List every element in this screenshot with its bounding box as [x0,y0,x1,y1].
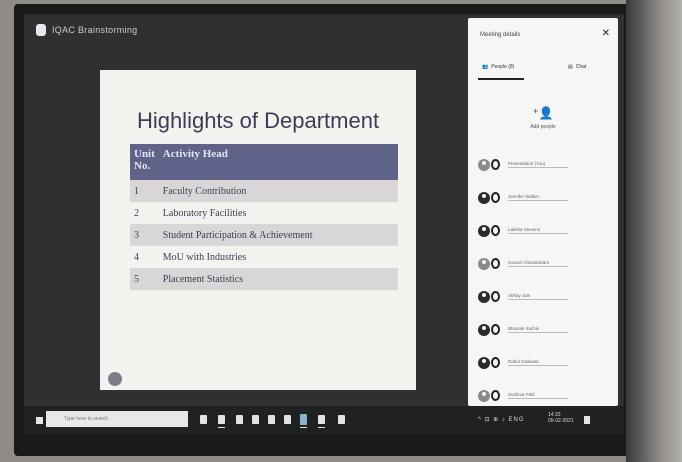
chat-icon: ▤ [568,64,573,70]
mic-status-icon [491,225,500,236]
pinned-app-icon[interactable] [338,415,345,424]
participant-avatar [478,191,490,204]
participant-item[interactable]: Gosavi Chandrakant [478,247,610,280]
file-explorer-icon[interactable] [252,415,259,424]
close-icon[interactable]: ✕ [602,28,610,39]
participant-avatar [478,389,490,402]
participant-avatar [478,323,490,336]
edge-browser-icon[interactable] [236,415,243,424]
column-header-unit-no: Unit No. [130,144,159,180]
task-view-indicator [218,427,225,428]
table-row: 2 Laboratory Facilities [130,202,398,224]
cortana-icon[interactable] [200,415,207,424]
participant-avatar [478,224,490,237]
app-icon[interactable] [318,415,325,424]
participant-item[interactable]: Jennifer Walker [478,181,610,214]
table-row: 1 Faculty Contribution [130,180,398,202]
tab-people[interactable]: 👥 People (8) [482,64,514,70]
store-icon[interactable] [268,415,275,424]
presented-slide: Highlights of Department Unit No. Activi… [100,70,416,390]
clock-date: 05-02-2021 [548,418,574,424]
meet-logo-icon [36,24,46,36]
app-indicator [318,427,325,428]
unit-no-cell: 1 [130,180,159,202]
participant-item[interactable]: Abhay Jain [478,280,610,313]
table-row: 4 MoU with Industries [130,246,398,268]
activity-head-cell: MoU with Industries [162,251,247,263]
unit-no-cell: 4 [134,251,139,263]
column-header-activity-head: Activity Head [158,144,398,180]
activity-head-cell: Laboratory Facilities [162,207,247,219]
unit-no-cell: 3 [130,224,159,246]
participant-item[interactable]: Rahul Gaikwad [478,346,610,379]
participant-name: Rahul Gaikwad [508,359,568,366]
clock[interactable]: 14:33 05-02-2021 [548,412,574,424]
activity-head-cell: Student Participation & Achievement [158,224,398,246]
mic-status-icon [491,192,500,203]
system-tray[interactable]: ^ ⊡ ⊕ ♪ ENG [478,416,525,423]
windows-start-icon[interactable] [36,417,43,424]
notification-icon[interactable] [584,416,590,424]
taskbar: Type here to search ^ ⊡ ⊕ ♪ ENG 14:33 05… [24,406,624,434]
mic-status-icon [491,324,500,335]
active-tab-indicator [478,78,524,80]
slide-table: Unit No. Activity Head 1 Faculty Contribu… [130,144,398,290]
mic-status-icon [491,390,500,401]
meeting-details-panel: Meeting details ✕ 👥 People (8) ▤ Chat ⁺👤… [468,18,618,406]
add-person-icon: ⁺👤 [532,106,554,120]
participant-item[interactable]: Presentation (You) [478,148,610,181]
table-row: 5 Placement Statistics [130,268,398,290]
mic-status-icon [491,258,500,269]
participant-name: Gosavi Chandrakant [508,260,568,267]
participant-name: Presentation (You) [508,161,568,168]
slide-title: Highlights of Department [136,108,380,133]
participant-avatar [478,158,490,171]
people-icon: 👥 [482,64,489,70]
activity-head-cell: Faculty Contribution [158,180,398,202]
unit-no-cell: 2 [134,207,139,219]
meet-window: IQAC Brainstorming Highlights of Departm… [24,14,624,434]
participant-name: Abhay Jain [508,293,568,300]
tab-chat[interactable]: ▤ Chat [568,64,586,70]
task-view-icon[interactable] [218,415,225,424]
add-people-label: Add people [530,124,556,130]
chrome-indicator [300,427,307,428]
meeting-title-text: IQAC Brainstorming [52,25,138,35]
participant-item[interactable]: Bhosale Sachin [478,313,610,346]
activity-head-cell: Placement Statistics [158,268,398,290]
meeting-title: IQAC Brainstorming [36,24,137,36]
mic-status-icon [491,159,500,170]
participant-name: Latisha Stevens [508,227,568,234]
participant-list: Presentation (You) Jennifer Walker Latisha… [478,148,610,412]
taskbar-search-input[interactable]: Type here to search [46,411,188,427]
mic-status-icon [491,357,500,368]
participant-avatar [478,356,490,369]
participant-name: Jennifer Walker [508,194,568,201]
panel-header: Meeting details [480,32,521,38]
tab-chat-label: Chat [575,64,587,70]
participant-avatar [478,257,490,270]
participant-item[interactable]: Latisha Stevens [478,214,610,247]
mail-icon[interactable] [284,415,291,424]
participant-avatar [478,290,490,303]
table-row: 3 Student Participation & Achievement [130,224,398,246]
add-people-button[interactable]: ⁺👤 Add people [468,104,618,130]
monitor-edge [626,0,682,462]
chrome-icon[interactable] [300,414,307,425]
unit-no-cell: 5 [130,268,159,290]
mic-status-icon [491,291,500,302]
tab-people-label: People (8) [491,64,515,70]
participant-name: Bhosale Sachin [508,326,568,333]
presenter-avatar [108,372,122,386]
participant-name: Sushma Patil [508,392,568,399]
